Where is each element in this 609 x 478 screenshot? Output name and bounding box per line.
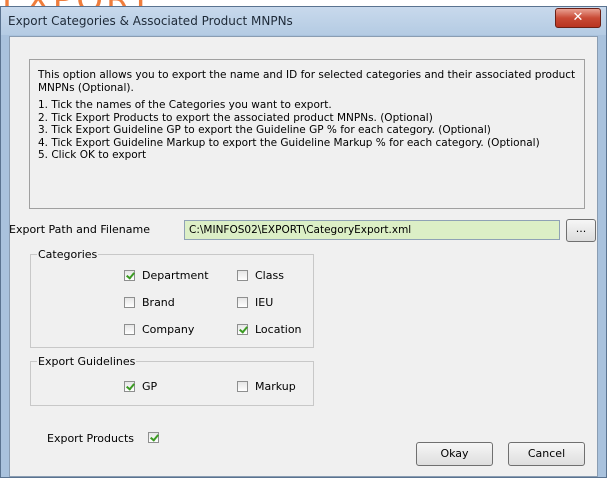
checkbox-checked-icon (148, 432, 159, 443)
export-dialog: Export Categories & Associated Product M… (0, 6, 607, 478)
category-ieu-checkbox[interactable]: IEU (237, 296, 273, 309)
instructions-panel: This option allows you to export the nam… (29, 59, 585, 209)
checkbox-unchecked-icon (124, 297, 135, 308)
category-location-checkbox[interactable]: Location (237, 323, 302, 336)
dialog-body: This option allows you to export the nam… (9, 36, 598, 477)
category-company-checkbox[interactable]: Company (124, 323, 194, 336)
category-class-label: Class (255, 269, 284, 282)
category-class-checkbox[interactable]: Class (237, 269, 284, 282)
export-products-checkbox[interactable] (148, 432, 166, 443)
instruction-step: 4. Tick Export Guideline Markup to expor… (38, 136, 540, 149)
category-company-label: Company (142, 323, 195, 336)
instruction-step: 5. Click OK to export (38, 149, 147, 161)
checkbox-checked-icon (124, 381, 135, 392)
dialog-title: Export Categories & Associated Product M… (8, 14, 293, 28)
category-brand-checkbox[interactable]: Brand (124, 296, 175, 309)
close-icon: ✕ (572, 10, 584, 25)
category-department-label: Department (142, 269, 209, 282)
export-products-label: Export Products (47, 432, 135, 445)
instruction-step: 3. Tick Export Guideline GP to export th… (38, 124, 491, 136)
category-department-checkbox[interactable]: Department (124, 269, 209, 282)
category-ieu-label: IEU (255, 296, 274, 309)
category-brand-label: Brand (142, 296, 175, 309)
categories-legend: Categories (37, 248, 99, 261)
guideline-markup-checkbox[interactable]: Markup (237, 380, 296, 393)
category-location-label: Location (255, 323, 302, 336)
close-button[interactable]: ✕ (555, 8, 601, 28)
guideline-gp-checkbox[interactable]: GP (124, 380, 157, 393)
cancel-button[interactable]: Cancel (508, 442, 585, 466)
export-guidelines-group: Export Guidelines GP Markup (30, 355, 314, 406)
checkbox-unchecked-icon (124, 324, 135, 335)
checkbox-checked-icon (237, 324, 248, 335)
guideline-gp-label: GP (142, 380, 158, 393)
export-guidelines-legend: Export Guidelines (37, 355, 137, 368)
guideline-markup-label: Markup (255, 380, 296, 393)
instruction-step: 1. Tick the names of the Categories you … (38, 99, 332, 111)
categories-group: Categories Department Class Brand IEU Co… (30, 248, 314, 348)
checkbox-unchecked-icon (237, 270, 248, 281)
checkbox-unchecked-icon (237, 297, 248, 308)
export-path-input[interactable] (184, 220, 560, 240)
browse-button[interactable]: ... (566, 219, 596, 242)
instruction-step: 2. Tick Export Products to export the as… (38, 111, 433, 124)
checkbox-checked-icon (124, 270, 135, 281)
export-path-label: Export Path and Filename (9, 223, 150, 236)
instructions-intro: This option allows you to export the nam… (38, 69, 576, 94)
title-bar[interactable]: Export Categories & Associated Product M… (1, 7, 606, 35)
checkbox-unchecked-icon (237, 381, 248, 392)
okay-button[interactable]: Okay (416, 442, 493, 466)
